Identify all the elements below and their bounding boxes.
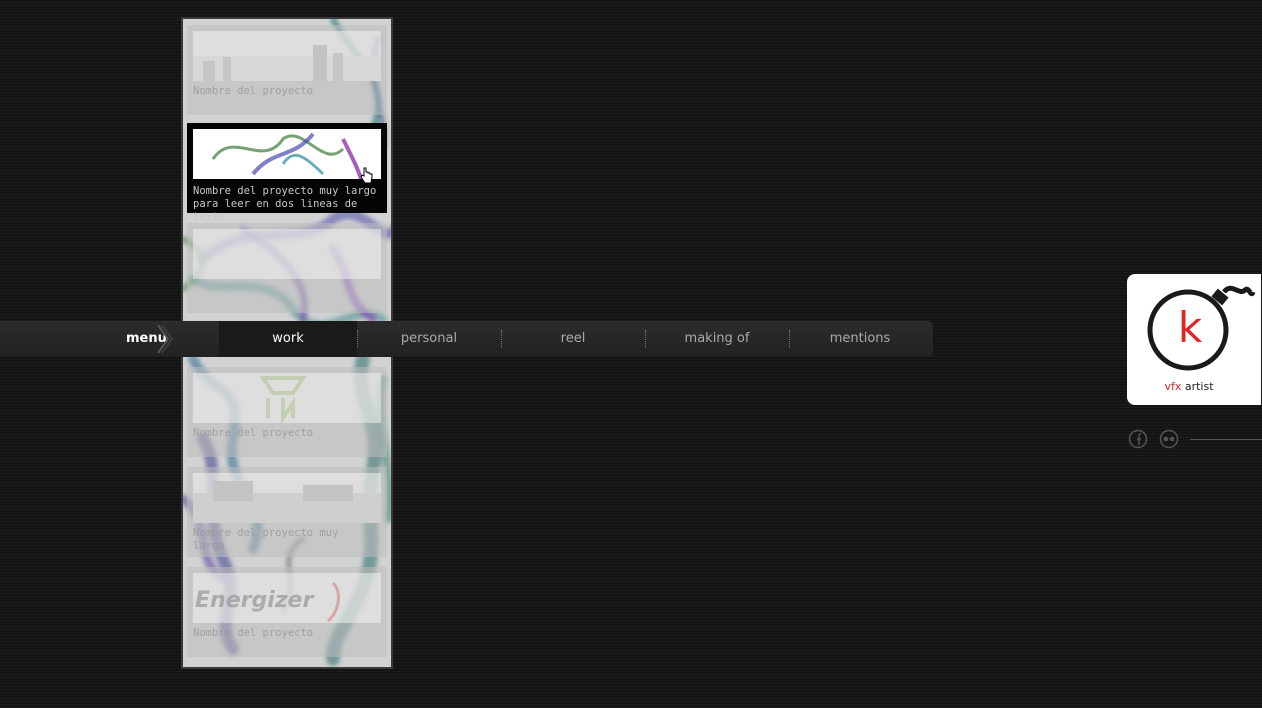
logo-letter: k [1177,303,1203,352]
project-caption: Nombre del proyecto [193,85,314,97]
project-card[interactable]: Energizer Nombre del proyecto [187,567,387,657]
project-thumbnail [193,31,381,81]
project-thumbnail [193,129,381,179]
project-card[interactable]: Nombre del proyecto [187,367,387,457]
menu-item-reel[interactable]: reel [502,321,644,357]
flickr-icon[interactable] [1159,429,1179,449]
project-caption: Nombre del proyecto [193,627,314,639]
project-caption: Nombre del proyecto muy largo [193,527,339,552]
menu-item-making-of[interactable]: making of [646,321,788,357]
menu-item-personal[interactable]: personal [358,321,500,357]
project-thumbnail [193,373,381,423]
project-card[interactable]: Nombre del proyecto [187,25,387,115]
project-card[interactable]: Nombre del proyecto muy largo [187,467,387,557]
project-thumbnail [193,229,381,279]
project-caption: Nombre del proyecto [193,427,314,439]
menu-item-mentions[interactable]: mentions [790,321,930,357]
chevron-right-icon [157,324,174,354]
social-divider-line [1190,439,1262,440]
facebook-icon[interactable] [1128,429,1148,449]
logo-subtitle: vfx artist [1164,380,1214,393]
main-menu-bar: menu work personal reel making of mentio… [0,321,933,357]
project-caption: Nombre del proyecto muy largo para leer … [193,185,377,223]
menu-item-work[interactable]: work [219,321,357,357]
energizer-logo-text: Energizer [195,588,314,613]
project-card-active[interactable]: Nombre del proyecto muy largo para leer … [187,123,387,223]
project-thumbnail [193,473,381,523]
project-card[interactable] [187,223,387,313]
hand-cursor-icon [360,167,373,184]
project-thumbnail: Energizer [193,573,381,623]
